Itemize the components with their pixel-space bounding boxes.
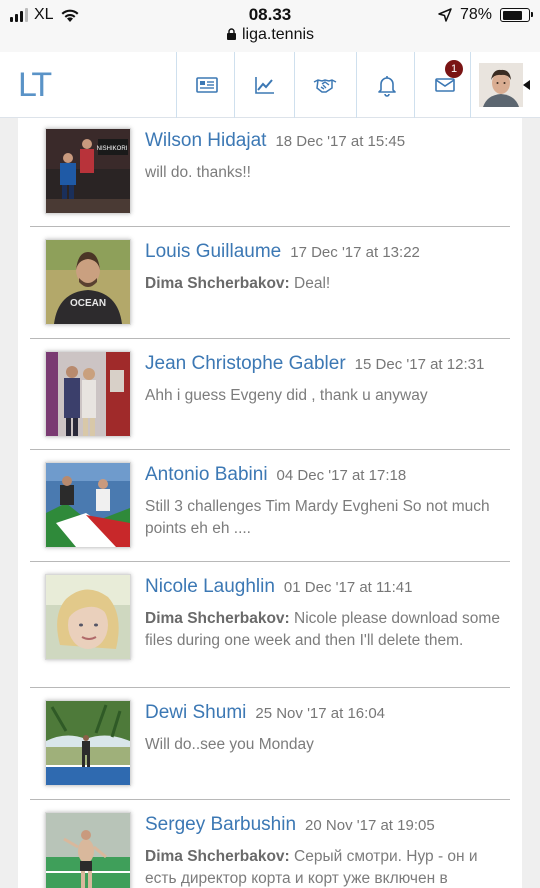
message-preview: Still 3 challenges Tim Mardy Evgheni So … <box>145 496 500 540</box>
status-right: 78% <box>438 5 533 25</box>
avatar: OCEAN <box>45 239 131 325</box>
avatar <box>45 351 131 437</box>
conversation-header: Jean Christophe Gabler 15 Dec '17 at 12:3… <box>145 353 484 375</box>
avatar <box>45 812 131 888</box>
conversation-header: Antonio Babini 04 Dec '17 at 17:18 <box>145 464 406 486</box>
message-preview: Will do..see you Monday <box>145 734 500 756</box>
timestamp: 17 Dec '17 at 13:22 <box>290 244 420 261</box>
contact-name[interactable]: Antonio Babini <box>145 464 268 485</box>
message-preview: will do. thanks!! <box>145 162 500 184</box>
nav-news-button[interactable] <box>176 52 236 118</box>
conversation-item[interactable]: NISHIKORI Wilson Hidajat 18 Dec '17 at 15… <box>30 118 510 227</box>
nav-challenges-button[interactable] <box>294 52 354 118</box>
conversation-item[interactable]: Sergey Barbushin 20 Nov '17 at 19:05 Dima… <box>30 800 510 888</box>
top-nav: LT 1 <box>0 52 540 118</box>
timestamp: 20 Nov '17 at 19:05 <box>305 817 435 834</box>
timestamp: 15 Dec '17 at 12:31 <box>354 356 485 373</box>
conversation-header: Wilson Hidajat 18 Dec '17 at 15:45 <box>145 130 405 152</box>
profile-menu-button[interactable] <box>470 52 530 118</box>
conversation-header: Nicole Laughlin 01 Dec '17 at 11:41 <box>145 576 412 598</box>
contact-name[interactable]: Wilson Hidajat <box>145 130 266 151</box>
caret-left-icon <box>523 80 530 90</box>
lock-icon <box>226 28 236 40</box>
conversation-item[interactable]: Jean Christophe Gabler 15 Dec '17 at 12:3… <box>30 339 510 450</box>
shirt-text: OCEAN <box>70 298 106 309</box>
conversation-item[interactable]: Antonio Babini 04 Dec '17 at 17:18 Still … <box>30 450 510 562</box>
conversation-list: NISHIKORI Wilson Hidajat 18 Dec '17 at 15… <box>18 118 522 888</box>
status-bar: XL 08.33 liga.tennis 78% <box>0 0 540 52</box>
conversation-item[interactable]: Nicole Laughlin 01 Dec '17 at 11:41 Dima … <box>30 562 510 688</box>
conversation-item[interactable]: OCEAN Louis Guillaume 17 Dec '17 at 13:22… <box>30 227 510 339</box>
battery-icon <box>500 8 533 22</box>
sender-label: Dima Shcherbakov: <box>145 275 290 292</box>
sender-label: Dima Shcherbakov: <box>145 848 290 865</box>
nav-notifications-button[interactable] <box>356 52 416 118</box>
conversation-header: Sergey Barbushin 20 Nov '17 at 19:05 <box>145 814 435 836</box>
message-text: will do. thanks!! <box>145 164 251 181</box>
shirt-text: NISHIKORI <box>97 146 128 152</box>
contact-name[interactable]: Sergey Barbushin <box>145 814 296 835</box>
url-bar[interactable]: liga.tennis <box>0 26 540 44</box>
avatar: NISHIKORI <box>45 128 131 214</box>
chart-icon <box>254 77 274 94</box>
handshake-icon <box>313 79 336 93</box>
conversation-item[interactable]: Dewi Shumi 25 Nov '17 at 16:04 Will do..s… <box>30 688 510 800</box>
url-text: liga.tennis <box>241 26 315 43</box>
logo[interactable]: LT <box>18 66 52 105</box>
battery-percent: 78% <box>459 6 492 23</box>
contact-name[interactable]: Louis Guillaume <box>145 241 281 262</box>
timestamp: 25 Nov '17 at 16:04 <box>255 705 385 722</box>
message-preview: Dima Shcherbakov: Nicole please download… <box>145 608 500 652</box>
avatar <box>478 63 523 107</box>
news-icon <box>195 77 218 93</box>
contact-name[interactable]: Dewi Shumi <box>145 702 246 723</box>
message-text: Ahh i guess Evgeny did , thank u anyway <box>145 387 428 404</box>
avatar <box>45 462 131 548</box>
nav-stats-button[interactable] <box>234 52 294 118</box>
unread-badge: 1 <box>445 60 463 78</box>
message-preview: Dima Shcherbakov: Deal! <box>145 273 500 295</box>
contact-name[interactable]: Nicole Laughlin <box>145 576 275 597</box>
sender-label: Dima Shcherbakov: <box>145 610 290 627</box>
message-preview: Dima Shcherbakov: Серый смотри. Нур - он… <box>145 846 500 888</box>
timestamp: 04 Dec '17 at 17:18 <box>276 467 407 484</box>
avatar <box>45 700 131 786</box>
location-arrow-icon <box>438 8 452 22</box>
bell-icon <box>377 76 396 97</box>
nav-messages-button[interactable]: 1 <box>414 52 474 118</box>
message-preview: Ahh i guess Evgeny did , thank u anyway <box>145 385 500 407</box>
message-text: Deal! <box>294 275 331 292</box>
avatar <box>45 574 131 660</box>
conversation-header: Dewi Shumi 25 Nov '17 at 16:04 <box>145 702 385 724</box>
timestamp: 01 Dec '17 at 11:41 <box>283 579 413 596</box>
message-text: Will do..see you Monday <box>145 736 314 753</box>
conversation-header: Louis Guillaume 17 Dec '17 at 13:22 <box>145 241 420 263</box>
timestamp: 18 Dec '17 at 15:45 <box>275 133 406 150</box>
message-text: Still 3 challenges Tim Mardy Evgheni So … <box>145 498 490 537</box>
contact-name[interactable]: Jean Christophe Gabler <box>145 353 346 374</box>
